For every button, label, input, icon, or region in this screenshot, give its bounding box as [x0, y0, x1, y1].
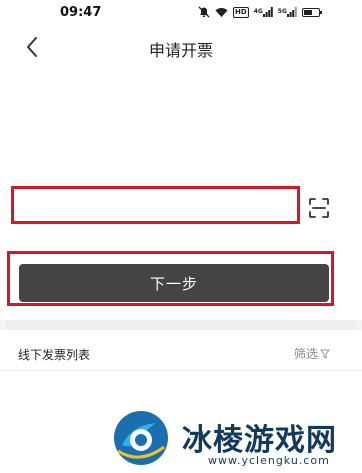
- signal-4g-label: 4G: [253, 8, 263, 15]
- offline-invoice-list-header: 线下发票列表 筛选: [0, 334, 362, 371]
- page-title: 申请开票: [148, 41, 213, 60]
- signal-5g-icon: 5G: [278, 7, 297, 17]
- section-divider-inner: [6, 320, 356, 330]
- scan-icon: [309, 198, 329, 218]
- site-watermark: 冰棱游戏网 www.yclengku.com: [110, 403, 362, 473]
- status-bar: 09:47 HD 4G 5G: [0, 0, 362, 26]
- signal-5g-label: 5G: [277, 8, 287, 15]
- hd-badge: HD: [233, 6, 249, 18]
- mute-icon: [198, 6, 210, 18]
- scan-button[interactable]: [308, 197, 330, 219]
- filter-icon: [320, 349, 330, 359]
- wifi-icon: [215, 7, 228, 18]
- battery-icon: [301, 7, 322, 17]
- nav-bar: 申请开票: [0, 26, 362, 70]
- status-time: 09:47: [60, 5, 102, 20]
- signal-4g-icon: 4G: [254, 7, 273, 17]
- watermark-url: www.yclengku.com: [208, 454, 330, 467]
- invoice-code-input[interactable]: [14, 189, 297, 221]
- watermark-logo-icon: [114, 411, 168, 465]
- watermark-name: 冰棱游戏网: [182, 423, 337, 458]
- filter-button[interactable]: 筛选: [294, 345, 330, 362]
- status-icons: HD 4G 5G: [198, 5, 322, 19]
- filter-label: 筛选: [293, 347, 318, 361]
- next-step-button[interactable]: 下一步: [19, 264, 329, 302]
- list-title: 线下发票列表: [18, 348, 91, 362]
- invoice-input-frame: [11, 186, 300, 224]
- battery-fill: [303, 9, 312, 15]
